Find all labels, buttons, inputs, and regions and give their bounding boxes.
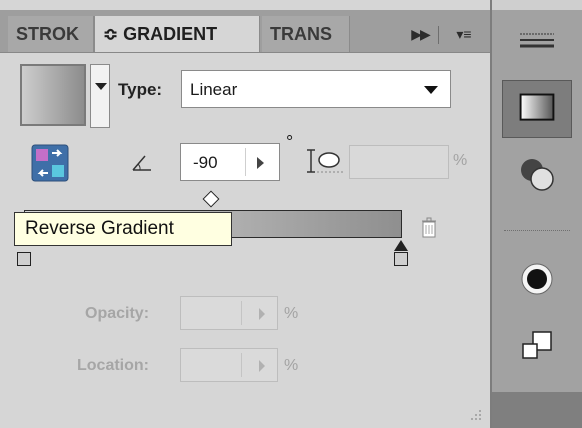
reverse-gradient-icon[interactable] — [30, 143, 70, 183]
gradient-square-icon — [519, 93, 555, 121]
opacity-dropdown-icon[interactable] — [259, 308, 265, 320]
angle-input[interactable]: -90 — [180, 143, 280, 181]
reverse-gradient-tooltip: Reverse Gradient — [14, 212, 232, 246]
appearance-panel-icon[interactable] — [502, 250, 572, 308]
resize-grip-icon[interactable] — [460, 400, 484, 422]
opacity-input[interactable] — [180, 296, 278, 330]
tab-bar: STROK ≎ GRADIENT TRANS ▶▶ ▾≡ — [0, 10, 490, 53]
dock-divider — [504, 230, 570, 231]
type-value: Linear — [190, 80, 238, 99]
degree-symbol: ° — [286, 132, 294, 152]
angle-dropdown-icon[interactable] — [257, 157, 264, 169]
gradient-stop-start[interactable] — [17, 252, 31, 266]
gradient-panel: STROK ≎ GRADIENT TRANS ▶▶ ▾≡ Type: Linea… — [0, 0, 490, 428]
location-label: Location: — [77, 357, 149, 374]
opacity-unit: % — [284, 305, 299, 322]
chevron-down-icon — [95, 83, 107, 90]
chevron-down-icon — [424, 86, 438, 94]
type-label: Type: — [118, 80, 163, 99]
field-divider — [241, 301, 242, 325]
gradient-swatch[interactable] — [20, 64, 86, 126]
opacity-label: Opacity: — [85, 305, 150, 322]
location-unit: % — [284, 357, 299, 374]
type-select[interactable]: Linear — [181, 70, 451, 108]
gradient-swatch-dropdown[interactable] — [90, 64, 110, 128]
tab-stroke[interactable]: STROK — [8, 16, 94, 52]
tab-transparency[interactable]: TRANS — [262, 16, 350, 52]
gradient-stop-end[interactable] — [394, 252, 408, 266]
gradient-midpoint-handle[interactable] — [202, 190, 220, 208]
field-divider — [241, 353, 242, 377]
angle-icon — [132, 155, 151, 171]
dock-header — [492, 0, 582, 10]
panel-dock — [490, 0, 582, 428]
aspect-ratio-unit: % — [453, 152, 468, 169]
dock-footer — [492, 392, 582, 428]
tab-divider — [438, 26, 439, 44]
aspect-ratio-input[interactable] — [349, 145, 449, 179]
gradient-stop-end-pointer — [394, 240, 408, 251]
collapse-panel-icon[interactable]: ▶▶ — [400, 16, 440, 52]
angle-value: -90 — [193, 153, 218, 172]
field-divider — [245, 148, 246, 176]
location-input[interactable] — [180, 348, 278, 382]
graphic-styles-panel-icon[interactable] — [502, 318, 572, 376]
delete-stop-icon[interactable] — [420, 216, 438, 238]
gradient-panel-icon[interactable] — [502, 80, 572, 138]
aspect-ratio-icon — [307, 149, 343, 173]
stroke-panel-icon[interactable] — [502, 12, 572, 70]
transparency-panel-icon[interactable] — [502, 146, 572, 204]
panel-menu-icon[interactable]: ▾≡ — [444, 16, 484, 52]
location-dropdown-icon[interactable] — [259, 360, 265, 372]
tab-gradient[interactable]: ≎ GRADIENT — [94, 16, 260, 52]
